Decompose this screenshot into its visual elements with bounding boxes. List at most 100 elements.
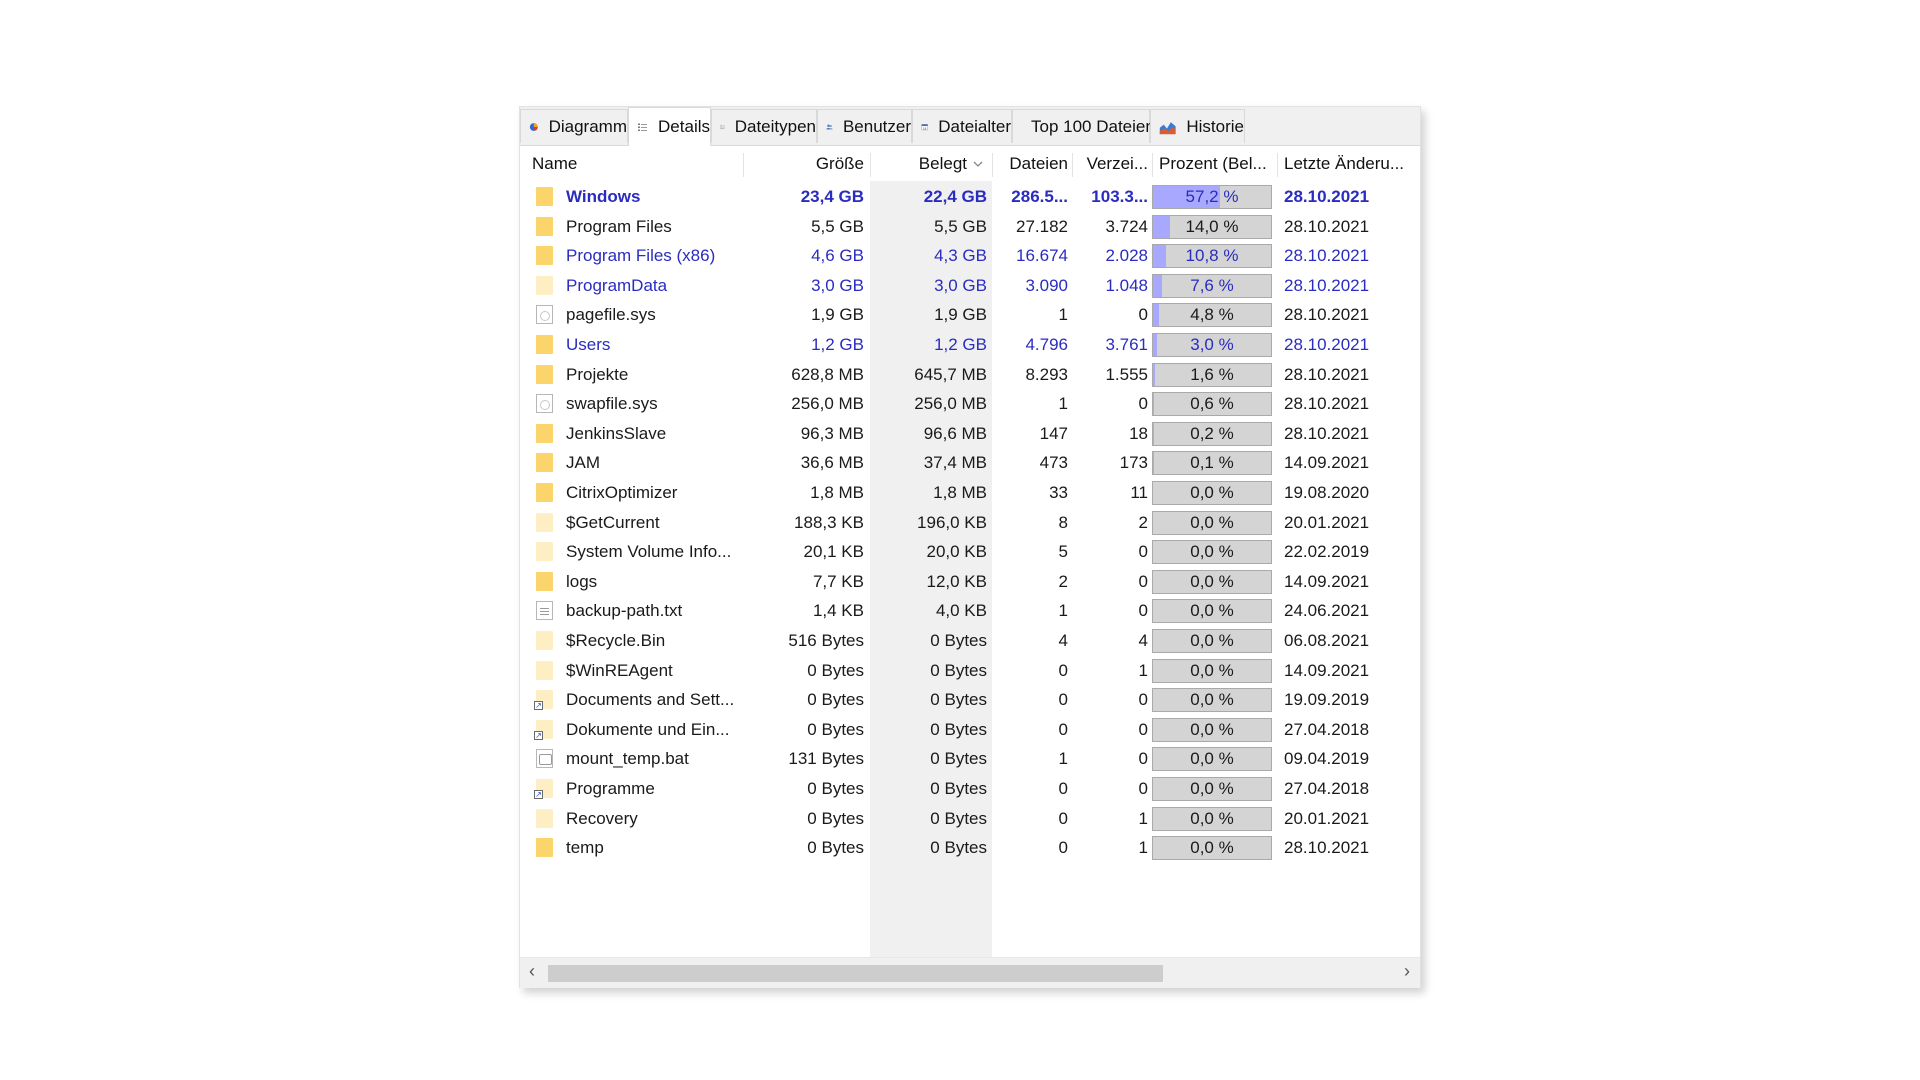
shortcut-arrow-icon: ↗: [534, 701, 543, 711]
scrollbar-thumb[interactable]: [548, 965, 1163, 982]
column-header-files[interactable]: Dateien: [996, 147, 1068, 181]
cell-files: 0: [1058, 779, 1068, 798]
table-row[interactable]: System Volume Info... 20,1 KB 20,0 KB 5 0 22.…: [520, 537, 1420, 566]
cell-name: Programme: [566, 779, 655, 798]
scroll-right-arrow-icon[interactable]: ›: [1404, 961, 1410, 982]
table-row[interactable]: ↗ Dokumente und Ein... 0 Bytes 0 Bytes 0 0 27.…: [520, 715, 1420, 744]
cell-name: Program Files (x86): [566, 246, 716, 266]
cell-size: 256,0 MB: [791, 394, 864, 414]
column-separator[interactable]: [1152, 153, 1153, 177]
percent-bar: 0,1 %: [1152, 451, 1272, 476]
table-row[interactable]: JenkinsSlave 96,3 MB 96,6 MB 147 18 28.10.202…: [520, 419, 1420, 448]
table-row[interactable]: ProgramData 3,0 GB 3,0 GB 3.090 1.048 28.10.2…: [520, 271, 1420, 300]
percent-bar: 0,0 %: [1152, 540, 1272, 565]
table-row[interactable]: backup-path.txt 1,4 KB 4,0 KB 1 0 24.06.2021 0…: [520, 596, 1420, 625]
cell-name: Recovery: [566, 808, 638, 828]
tab-dateialter[interactable]: 18 Dateialter: [912, 109, 1012, 143]
cell-folders: 0: [1138, 305, 1148, 325]
table-row[interactable]: $WinREAgent 0 Bytes 0 Bytes 0 1 14.09.2021 0,0…: [520, 656, 1420, 685]
column-header-folders[interactable]: Verzei...: [1076, 147, 1148, 181]
cell-files: 2: [1058, 571, 1068, 591]
cell-folders: 0: [1138, 394, 1148, 414]
table-row[interactable]: Users 1,2 GB 1,2 GB 4.796 3.761 28.10.2021 3,0…: [520, 330, 1420, 359]
column-separator[interactable]: [1072, 153, 1073, 177]
table-row[interactable]: ↗ Programme 0 Bytes 0 Bytes 0 0 27.04.2018 0,0 …: [520, 774, 1420, 803]
folder-icon: [536, 542, 553, 562]
table-row[interactable]: Program Files (x86) 4,6 GB 4,3 GB 16.674 2.0…: [520, 241, 1420, 270]
column-header-name[interactable]: Name: [532, 147, 577, 181]
cell-modified: 28.10.2021: [1284, 335, 1370, 354]
details-window: Diagramm Details Dateitypen Benutzer 18 …: [519, 106, 1421, 988]
table-row[interactable]: swapfile.sys 256,0 MB 256,0 MB 1 0 28.10.2021…: [520, 389, 1420, 418]
cell-allocated: 0 Bytes: [930, 838, 987, 858]
table-row[interactable]: mount_temp.bat 131 Bytes 0 Bytes 1 0 09.04.20…: [520, 744, 1420, 773]
cell-modified: 22.02.2019: [1284, 542, 1370, 562]
table-row[interactable]: $Recycle.Bin 516 Bytes 0 Bytes 4 4 06.08.2021…: [520, 626, 1420, 655]
cell-folders: 0: [1138, 542, 1148, 562]
tab-details[interactable]: Details: [628, 107, 711, 146]
cell-modified: 28.10.2021: [1284, 423, 1370, 443]
cell-name: $Recycle.Bin: [566, 631, 666, 650]
column-header-percent[interactable]: Prozent (Bel...: [1159, 147, 1267, 181]
column-separator[interactable]: [870, 153, 871, 177]
cell-allocated: 0 Bytes: [930, 808, 987, 828]
folder-icon: [536, 571, 553, 591]
cell-size: 0 Bytes: [807, 660, 864, 680]
column-header-allocated[interactable]: Belegt: [872, 147, 967, 181]
table-row[interactable]: pagefile.sys 1,9 GB 1,9 GB 1 0 28.10.2021 4,8 …: [520, 300, 1420, 329]
table-row[interactable]: Windows 23,4 GB 22,4 GB 286.5... 103.3... 28.…: [520, 182, 1420, 211]
column-header-modified[interactable]: Letzte Änderu...: [1284, 147, 1404, 181]
table-row[interactable]: $GetCurrent 188,3 KB 196,0 KB 8 2 20.01.2021 0…: [520, 508, 1420, 537]
tab-bar: Diagramm Details Dateitypen Benutzer 18 …: [520, 107, 1420, 146]
table-row[interactable]: logs 7,7 KB 12,0 KB 2 0 14.09.2021 0,0 %: [520, 567, 1420, 596]
shortcut-arrow-icon: ↗: [534, 730, 543, 740]
cell-folders: 1: [1138, 660, 1148, 680]
cell-allocated: 4,0 KB: [935, 601, 987, 621]
table-row[interactable]: Program Files 5,5 GB 5,5 GB 27.182 3.724 28.1…: [520, 212, 1420, 241]
percent-value: 0,0 %: [1190, 483, 1234, 502]
table-row[interactable]: Recovery 0 Bytes 0 Bytes 0 1 20.01.2021 0,0 %: [520, 804, 1420, 833]
folder-icon: [536, 483, 553, 502]
tab-dateitypen[interactable]: Dateitypen: [711, 109, 817, 143]
cell-folders: 1.555: [1105, 364, 1148, 384]
cell-modified: 19.09.2019: [1284, 690, 1370, 710]
horizontal-scrollbar[interactable]: ‹ ›: [520, 957, 1420, 988]
table-row[interactable]: ↗ Documents and Sett... 0 Bytes 0 Bytes 0 0 19…: [520, 685, 1420, 714]
cell-modified: 27.04.2018: [1284, 779, 1370, 798]
tab-diagramm[interactable]: Diagramm: [520, 109, 628, 143]
cell-allocated: 22,4 GB: [923, 187, 987, 206]
table-row[interactable]: CitrixOptimizer 1,8 MB 1,8 MB 33 11 19.08.202…: [520, 478, 1420, 507]
column-separator[interactable]: [1277, 153, 1278, 177]
cell-size: 1,2 GB: [811, 335, 864, 354]
table-row[interactable]: temp 0 Bytes 0 Bytes 0 1 28.10.2021 0,0 %: [520, 833, 1420, 862]
column-header-size[interactable]: Größe: [748, 147, 864, 181]
cell-name: JAM: [566, 453, 600, 473]
column-separator[interactable]: [743, 153, 744, 177]
percent-bar: 0,0 %: [1152, 629, 1272, 653]
cell-allocated: 4,3 GB: [934, 246, 987, 266]
cell-name: $GetCurrent: [566, 512, 660, 532]
percent-bar: 0,2 %: [1152, 421, 1272, 446]
cell-size: 0 Bytes: [807, 838, 864, 858]
cell-folders: 3.724: [1105, 216, 1148, 236]
tab-historie[interactable]: Historie: [1150, 109, 1245, 143]
percent-value: 0,0 %: [1190, 631, 1234, 650]
percent-bar: 0,0 %: [1152, 569, 1272, 594]
cell-name: Documents and Sett...: [566, 690, 735, 710]
cell-folders: 3.761: [1105, 335, 1148, 354]
cell-name: Projekte: [566, 364, 629, 384]
cell-files: 8: [1058, 512, 1068, 532]
cell-files: 1: [1058, 749, 1068, 769]
tab-benutzer[interactable]: Benutzer: [817, 109, 912, 143]
percent-value: 7,6 %: [1190, 275, 1234, 295]
table-row[interactable]: Projekte 628,8 MB 645,7 MB 8.293 1.555 28.10.…: [520, 360, 1420, 389]
table-row[interactable]: JAM 36,6 MB 37,4 MB 473 173 14.09.2021 0,1 %: [520, 448, 1420, 477]
scroll-left-arrow-icon[interactable]: ‹: [529, 961, 535, 982]
cell-files: 1: [1058, 394, 1068, 414]
column-separator[interactable]: [992, 153, 993, 177]
tab-top-100-dateien[interactable]: Top 100 Dateien: [1012, 109, 1155, 143]
cell-size: 20,1 KB: [803, 542, 865, 562]
cell-allocated: 3,0 GB: [934, 275, 987, 295]
folder-icon: [536, 808, 553, 828]
cell-modified: 14.09.2021: [1284, 453, 1370, 473]
